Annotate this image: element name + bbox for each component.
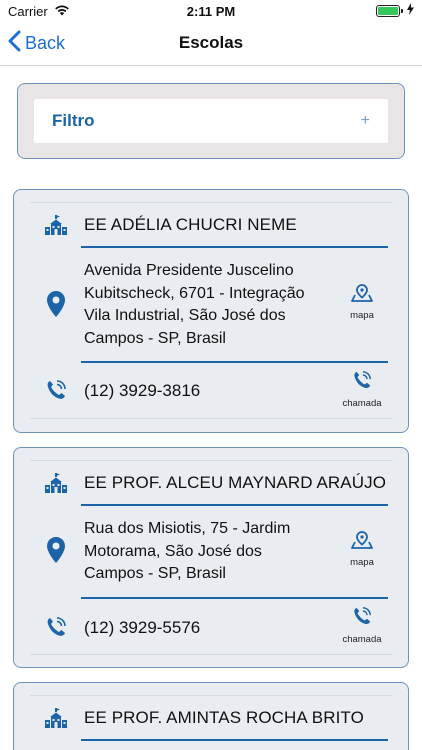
divider xyxy=(81,504,388,506)
school-name: EE PROF. ALCEU MAYNARD ARAÚJO xyxy=(84,473,387,492)
status-time: 2:11 PM xyxy=(186,4,236,19)
map-pin-icon xyxy=(351,284,373,307)
address-line: Campos - SP, Brasil xyxy=(84,565,226,582)
divider xyxy=(30,202,392,203)
status-right xyxy=(376,3,414,18)
school-address: Avenida Presidente Juscelino Kubitscheck… xyxy=(84,260,336,350)
divider xyxy=(81,597,388,599)
school-icon xyxy=(44,707,68,729)
phone-icon xyxy=(45,379,67,401)
phone-icon xyxy=(45,616,67,638)
phone-call-icon xyxy=(352,370,372,395)
map-label: mapa xyxy=(350,557,374,568)
divider xyxy=(81,246,388,248)
filter-label: Filtro xyxy=(52,111,95,130)
plus-icon: + xyxy=(360,112,370,129)
divider xyxy=(30,654,392,655)
navigation-bar: Back Escolas xyxy=(0,22,422,66)
location-pin-icon xyxy=(46,290,66,318)
divider xyxy=(30,460,392,461)
school-card: EE PROF. ALCEU MAYNARD ARAÚJO Rua dos Mi… xyxy=(13,447,409,668)
school-icon xyxy=(44,472,68,494)
school-icon xyxy=(44,214,68,236)
address-line: Kubitscheck, 6701 - Integração xyxy=(84,284,305,302)
school-phone: (12) 3929-5576 xyxy=(84,618,201,637)
map-pin-icon xyxy=(351,531,373,554)
location-pin-icon xyxy=(46,536,66,564)
filter-panel: Filtro + xyxy=(17,83,405,159)
page-title: Escolas xyxy=(178,33,244,52)
address-line: Vila Industrial, São José dos xyxy=(84,307,286,324)
divider xyxy=(30,418,392,419)
divider xyxy=(81,739,388,741)
address-line: Rua dos Misiotis, 75 - Jardim xyxy=(84,520,291,537)
address-line: Campos - SP, Brasil xyxy=(84,329,226,347)
address-line: Motorama, São José dos xyxy=(84,542,262,560)
map-button[interactable]: mapa xyxy=(334,284,390,321)
filter-toggle[interactable]: Filtro + xyxy=(34,99,388,143)
phone-call-icon xyxy=(352,606,372,631)
call-label: chamada xyxy=(342,634,382,645)
status-bar: Carrier 2:11 PM xyxy=(0,0,422,22)
school-name: EE PROF. AMINTAS ROCHA BRITO xyxy=(84,708,364,727)
school-phone: (12) 3929-3816 xyxy=(84,381,201,400)
charging-icon xyxy=(407,3,414,18)
school-name: EE ADÉLIA CHUCRI NEME xyxy=(84,215,297,234)
school-address: Rua dos Misiotis, 75 - Jardim Motorama, … xyxy=(84,518,336,586)
map-button[interactable]: mapa xyxy=(334,531,390,568)
call-button[interactable]: chamada xyxy=(334,606,390,645)
divider xyxy=(81,361,388,363)
school-card: EE PROF. AMINTAS ROCHA BRITO xyxy=(13,682,409,750)
map-label: mapa xyxy=(350,310,374,321)
battery-icon xyxy=(376,4,403,17)
address-line: Avenida Presidente Juscelino xyxy=(84,262,294,279)
call-label: chamada xyxy=(342,398,382,409)
school-card: EE ADÉLIA CHUCRI NEME Avenida Presidente… xyxy=(13,189,409,433)
divider xyxy=(30,695,392,696)
call-button[interactable]: chamada xyxy=(334,370,390,409)
